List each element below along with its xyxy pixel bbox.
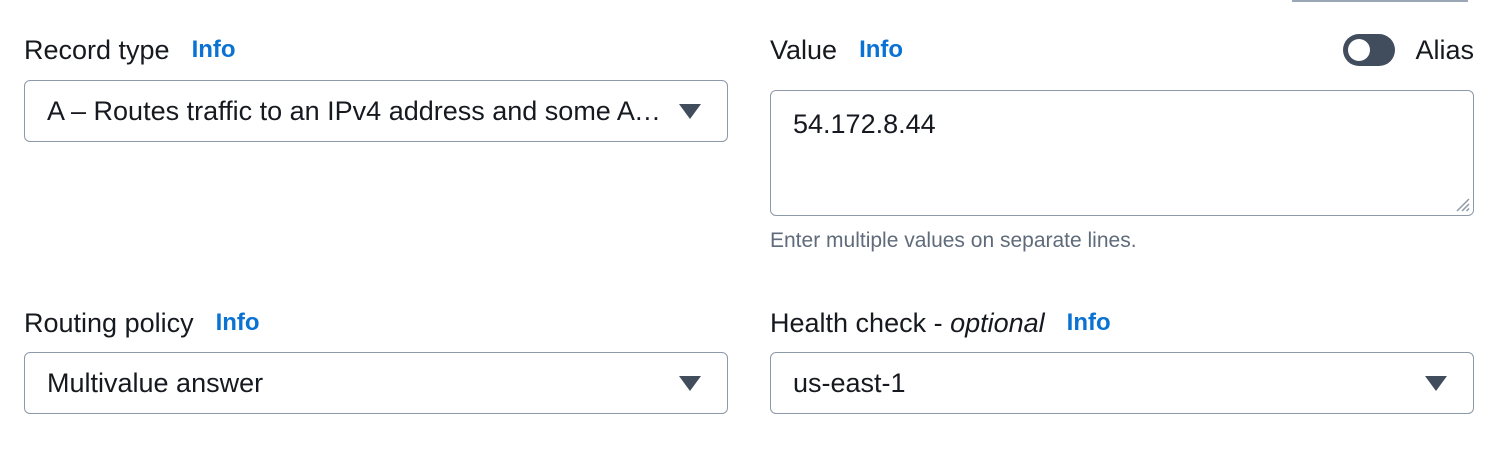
caret-down-icon <box>679 104 701 119</box>
health-check-optional-text: optional <box>950 307 1045 338</box>
routing-policy-label-row: Routing policy Info <box>24 305 728 341</box>
record-form: Record type Info A – Routes traffic to a… <box>0 0 1498 464</box>
routing-policy-selected-value: Multivalue answer <box>47 367 264 398</box>
caret-down-icon <box>1425 376 1447 391</box>
health-check-label-text: Health check - <box>770 307 951 338</box>
resize-handle-icon[interactable] <box>1454 196 1470 212</box>
record-type-select[interactable]: A – Routes traffic to an IPv4 address an… <box>24 80 728 142</box>
record-type-selected-value: A – Routes traffic to an IPv4 address an… <box>47 95 667 126</box>
record-type-label: Record type <box>24 34 170 65</box>
value-hint-text: Enter multiple values on separate lines. <box>770 229 1137 252</box>
health-check-selected-value: us-east-1 <box>793 367 906 398</box>
routing-policy-info-link[interactable]: Info <box>216 309 260 337</box>
routing-policy-field: Routing policy Info Multivalue answer <box>24 305 728 414</box>
health-check-label-row: Health check - optional Info <box>770 305 1474 341</box>
routing-policy-select[interactable]: Multivalue answer <box>24 352 728 414</box>
record-type-label-row: Record type Info <box>24 32 728 68</box>
alias-label: Alias <box>1415 34 1474 65</box>
routing-policy-label: Routing policy <box>24 307 194 338</box>
value-textarea-text: 54.172.8.44 <box>793 109 936 139</box>
value-label: Value <box>770 34 838 65</box>
value-field: Value Info Alias 54.172.8.44 Enter multi… <box>770 32 1474 252</box>
alias-toggle[interactable] <box>1343 34 1396 66</box>
top-edge-border <box>1292 0 1468 2</box>
record-type-info-link[interactable]: Info <box>192 36 236 64</box>
value-textarea[interactable]: 54.172.8.44 <box>770 90 1474 216</box>
toggle-knob <box>1348 39 1371 61</box>
alias-toggle-group: Alias <box>1343 32 1474 68</box>
health-check-label: Health check - optional <box>770 308 1045 339</box>
health-check-field: Health check - optional Info us-east-1 <box>770 305 1474 414</box>
value-info-link[interactable]: Info <box>859 36 903 64</box>
health-check-info-link[interactable]: Info <box>1067 309 1111 337</box>
record-type-field: Record type Info A – Routes traffic to a… <box>24 32 728 142</box>
caret-down-icon <box>679 376 701 391</box>
health-check-select[interactable]: us-east-1 <box>770 352 1474 414</box>
